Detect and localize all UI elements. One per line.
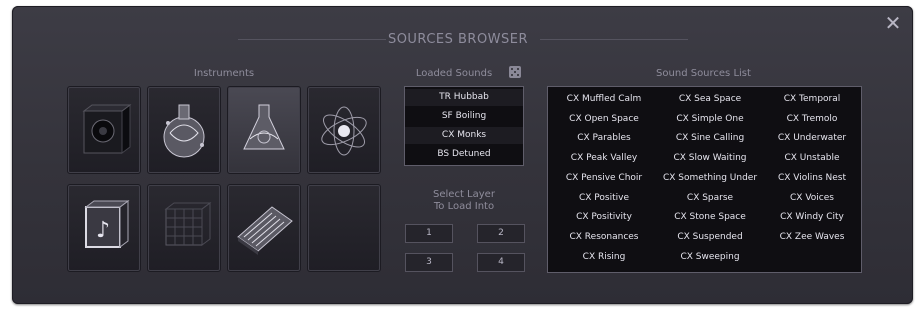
sound-source-item[interactable]: CX Temporal <box>760 94 864 104</box>
glass-flask-selected-icon <box>243 104 285 150</box>
instrument-tile-flask-selected[interactable] <box>227 86 301 174</box>
layer-2-button[interactable]: 2 <box>477 224 525 243</box>
select-layer-sublabel: To Load Into <box>433 201 495 212</box>
instrument-tile-atom[interactable] <box>307 86 381 174</box>
instrument-tile-wire-cube[interactable] <box>147 184 221 272</box>
loaded-sounds-list: TR Hubbab SF Boiling CX Monks BS Detuned <box>404 86 524 166</box>
instruments-label: Instruments <box>193 68 255 79</box>
sound-source-item[interactable]: CX Suspended <box>658 232 762 242</box>
sound-source-item[interactable]: CX Windy City <box>760 212 864 222</box>
layer-1-button[interactable]: 1 <box>405 224 453 243</box>
instrument-tile-empty[interactable] <box>307 184 381 272</box>
instrument-tile-modular-synth[interactable] <box>227 184 301 272</box>
loaded-sounds-label: Loaded Sounds <box>415 68 493 79</box>
sound-source-item[interactable]: CX Parables <box>552 133 656 143</box>
sound-source-item[interactable]: CX Sweeping <box>658 252 762 262</box>
sound-source-item[interactable]: CX Sine Calling <box>658 133 762 143</box>
subwoofer-icon <box>82 104 132 154</box>
sound-source-item[interactable]: CX Peak Valley <box>552 153 656 163</box>
sound-source-item[interactable]: CX Unstable <box>760 153 864 163</box>
sound-source-item[interactable]: CX Voices <box>760 193 864 203</box>
sound-source-item[interactable]: CX Stone Space <box>658 212 762 222</box>
glass-flask-icon <box>163 104 205 158</box>
sound-source-item[interactable]: CX Zee Waves <box>760 232 864 242</box>
loaded-sound-item[interactable]: CX Monks <box>405 127 523 144</box>
sound-sources-list: CX Muffled Calm CX Open Space CX Parables C… <box>547 86 862 273</box>
atom-orb-icon <box>321 106 367 156</box>
instrument-tile-subwoofer[interactable] <box>67 86 141 174</box>
sound-sources-label: Sound Sources List <box>656 68 751 79</box>
wire-cube-icon <box>164 202 212 246</box>
sound-source-item[interactable]: CX Resonances <box>552 232 656 242</box>
layer-3-button[interactable]: 3 <box>405 253 453 272</box>
dice-icon[interactable] <box>509 66 521 78</box>
music-note-cube-icon: ♪ <box>84 200 130 248</box>
sound-source-item[interactable]: CX Positivity <box>552 212 656 222</box>
close-icon[interactable]: ✕ <box>884 13 902 33</box>
modular-synth-icon <box>237 206 293 255</box>
sound-source-item[interactable]: CX Sparse <box>658 193 762 203</box>
sound-source-item[interactable]: CX Rising <box>552 252 656 262</box>
loaded-sound-item[interactable]: TR Hubbab <box>405 89 523 106</box>
window-title: SOURCES BROWSER <box>387 32 529 47</box>
sound-source-item[interactable]: CX Slow Waiting <box>658 153 762 163</box>
sound-source-item[interactable]: CX Muffled Calm <box>552 94 656 104</box>
sound-source-item[interactable]: CX Underwater <box>760 133 864 143</box>
title-divider-right <box>540 39 688 40</box>
select-layer-label: Select Layer <box>433 189 495 200</box>
sound-source-item[interactable]: CX Pensive Choir <box>552 173 656 183</box>
instrument-tile-music-cube[interactable]: ♪ <box>67 184 141 272</box>
sound-source-item[interactable]: CX Violins Nest <box>760 173 864 183</box>
loaded-sound-item[interactable]: BS Detuned <box>405 146 523 163</box>
instrument-tile-flask[interactable] <box>147 86 221 174</box>
sound-source-item[interactable]: CX Open Space <box>552 114 656 124</box>
sound-source-item[interactable]: CX Simple One <box>658 114 762 124</box>
loaded-sound-item[interactable]: SF Boiling <box>405 108 523 125</box>
sound-source-item[interactable]: CX Something Under <box>658 173 762 183</box>
sound-source-item[interactable]: CX Tremolo <box>760 114 864 124</box>
layer-4-button[interactable]: 4 <box>477 253 525 272</box>
sound-source-item[interactable]: CX Positive <box>552 193 656 203</box>
svg-text:♪: ♪ <box>96 218 110 243</box>
sound-source-item[interactable]: CX Sea Space <box>658 94 762 104</box>
